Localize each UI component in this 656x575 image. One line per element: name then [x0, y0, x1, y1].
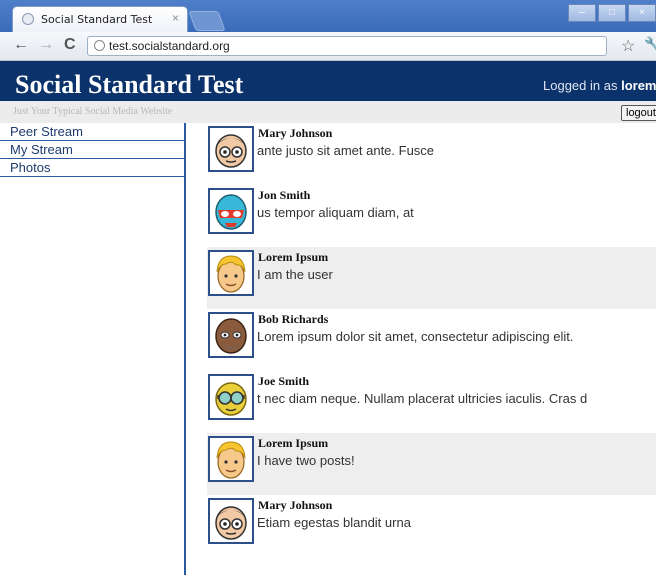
bookmark-star-icon[interactable]: ☆	[621, 36, 635, 56]
goggles-avatar-icon[interactable]	[208, 374, 254, 420]
close-window-button[interactable]: ×	[628, 4, 656, 22]
post-author[interactable]: Lorem Ipsum	[258, 436, 328, 451]
address-bar[interactable]: test.socialstandard.org	[87, 36, 607, 56]
post-item: Mary Johnson ante justo sit amet ante. F…	[207, 123, 656, 185]
post-stream: Mary Johnson ante justo sit amet ante. F…	[207, 123, 656, 557]
logged-in-prefix: Logged in as	[543, 78, 618, 93]
blonde-user-avatar-icon[interactable]	[208, 436, 254, 482]
browser-titlebar: Social Standard Test × – □ ×	[0, 0, 656, 32]
back-arrow-icon[interactable]: ←	[13, 36, 29, 54]
post-item: Mary Johnson Etiam egestas blandit urna	[207, 495, 656, 557]
post-author[interactable]: Bob Richards	[258, 312, 328, 327]
post-author[interactable]: Mary Johnson	[258, 126, 332, 141]
sidebar-item-my-stream[interactable]: My Stream	[0, 141, 184, 159]
browser-toolbar: ← → C test.socialstandard.org	[0, 32, 656, 61]
tab-title: Social Standard Test	[41, 13, 153, 26]
post-author[interactable]: Joe Smith	[258, 374, 309, 389]
tab-close-icon[interactable]: ×	[172, 11, 179, 25]
post-author[interactable]: Lorem Ipsum	[258, 250, 328, 265]
sidebar-nav: Peer Stream My Stream Photos	[0, 123, 186, 575]
site-title: Social Standard Test	[15, 70, 244, 99]
post-item: Lorem Ipsum I have two posts!	[207, 433, 656, 495]
sidebar-item-peer-stream[interactable]: Peer Stream	[0, 123, 184, 141]
site-header: Social Standard Test Logged in as lorem	[0, 61, 656, 101]
post-author[interactable]: Mary Johnson	[258, 498, 332, 513]
maximize-button[interactable]: □	[598, 4, 626, 22]
new-tab-button[interactable]	[188, 11, 226, 31]
url-text: test.socialstandard.org	[109, 39, 230, 53]
post-text: Lorem ipsum dolor sit amet, consectetur …	[257, 329, 574, 344]
logout-button[interactable]: logout	[621, 105, 656, 121]
page-favicon-icon	[22, 13, 34, 25]
bald-bearded-avatar-icon[interactable]	[208, 312, 254, 358]
window-controls: – □ ×	[568, 4, 656, 22]
logged-in-status: Logged in as lorem	[543, 78, 656, 93]
page-globe-icon	[94, 40, 105, 51]
sidebar-item-photos[interactable]: Photos	[0, 159, 184, 177]
masked-wrestler-avatar-icon[interactable]	[208, 188, 254, 234]
post-text: us tempor aliquam diam, at	[257, 205, 414, 220]
post-author[interactable]: Jon Smith	[258, 188, 310, 203]
site-subbar: Just Your Typical Social Media Website l…	[0, 101, 656, 123]
post-item: Lorem Ipsum I am the user	[207, 247, 656, 309]
browser-tab[interactable]: Social Standard Test ×	[12, 6, 188, 32]
site-tagline: Just Your Typical Social Media Website	[13, 106, 173, 117]
post-item: Jon Smith us tempor aliquam diam, at	[207, 185, 656, 247]
logged-in-username: lorem	[621, 78, 656, 93]
post-text: ante justo sit amet ante. Fusce	[257, 143, 435, 158]
post-item: Joe Smith t nec diam neque. Nullam place…	[207, 371, 656, 433]
post-text: Etiam egestas blandit urna	[257, 515, 411, 530]
nerd-glasses-avatar-icon[interactable]	[208, 498, 254, 544]
post-item: Bob Richards Lorem ipsum dolor sit amet,…	[207, 309, 656, 371]
forward-arrow-icon[interactable]: →	[38, 36, 54, 54]
post-text: I have two posts!	[257, 453, 355, 468]
post-text: I am the user	[257, 267, 333, 282]
blonde-user-avatar-icon[interactable]	[208, 250, 254, 296]
reload-icon[interactable]: C	[64, 36, 76, 54]
wrench-menu-icon[interactable]: 🔧	[644, 36, 656, 53]
nerd-glasses-avatar-icon[interactable]	[208, 126, 254, 172]
minimize-button[interactable]: –	[568, 4, 596, 22]
post-text: t nec diam neque. Nullam placerat ultric…	[257, 391, 588, 406]
